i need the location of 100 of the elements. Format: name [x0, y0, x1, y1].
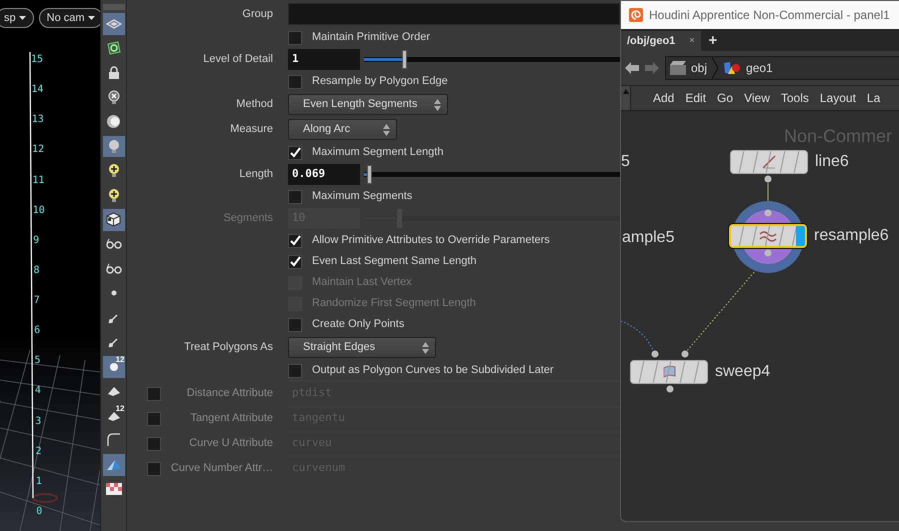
menu-item[interactable]: Tools [780, 89, 809, 107]
curve-corner-icon [106, 433, 120, 448]
tab[interactable]: /obj/geo1 × [621, 31, 701, 51]
ruler-number: 13 [32, 115, 45, 126]
checkbox[interactable] [147, 412, 161, 426]
menu-item[interactable]: View [744, 89, 770, 107]
layers-icon [106, 18, 122, 30]
cube-icon [106, 212, 121, 228]
parameter-label: Segments [223, 211, 273, 226]
swirl-icon [106, 41, 122, 56]
dropdown-menu[interactable]: Even Length Segments [288, 94, 448, 115]
network-node[interactable] [729, 224, 807, 248]
connector-dot[interactable] [764, 249, 772, 257]
close-tab-button[interactable]: × [689, 34, 695, 48]
slider[interactable] [364, 165, 620, 184]
back-arrow-icon[interactable] [625, 62, 639, 74]
checkbox[interactable] [288, 30, 302, 44]
path-segment[interactable]: obj [691, 59, 708, 77]
node-name: sweep4 [715, 362, 770, 382]
dropdown-menu[interactable]: Straight Edges [288, 337, 436, 358]
checkbox-label: Maintain Primitive Order [312, 30, 430, 46]
checkbox[interactable] [288, 190, 302, 204]
parameter-label: Group [242, 6, 273, 22]
lock-icon [108, 66, 120, 80]
line-icon [762, 155, 776, 169]
number-field[interactable]: 0.069 [288, 164, 360, 185]
toolbar-button[interactable]: 12 [102, 356, 124, 378]
parameter-label: Treat Polygons As [184, 340, 273, 356]
checkbox[interactable] [288, 234, 302, 248]
viewport[interactable]: 15 14 13 12 11 10 9 8 7 6 5 4 3 2 1 0 sp No cam [0, 0, 100, 531]
face-icon [106, 385, 120, 398]
dot-icon [110, 290, 116, 296]
checkbox[interactable] [147, 386, 161, 400]
ruler-number: 10 [32, 206, 45, 216]
network-node[interactable] [730, 150, 808, 174]
app-logo-icon [629, 8, 643, 22]
viewport-dropdown[interactable]: No cam [38, 8, 100, 28]
slider-thumb[interactable] [366, 165, 372, 184]
checkbox[interactable] [147, 436, 161, 450]
caret-icon [88, 16, 95, 20]
checkbox[interactable] [288, 318, 302, 332]
menu-item[interactable]: La [866, 89, 880, 107]
toolbar-button[interactable] [102, 454, 124, 476]
toolbar-button[interactable] [102, 13, 124, 34]
parameter-label: Distance Attribute [186, 386, 273, 402]
connector-dot[interactable] [651, 350, 659, 358]
node-name: ample5 [622, 228, 674, 248]
parameter-label: Measure [230, 122, 273, 138]
ruler-number: 4 [34, 386, 42, 396]
shapes-icon [723, 61, 742, 75]
connector-dot[interactable] [666, 385, 674, 393]
light-add-icon [108, 188, 120, 203]
slider-thumb[interactable] [402, 50, 408, 69]
toolbar-button[interactable] [102, 209, 124, 230]
checker-icon [106, 483, 122, 496]
ruler-number: 2 [36, 446, 43, 457]
checkmark-icon [290, 256, 300, 267]
checkmark-icon [290, 235, 300, 246]
menu-item[interactable]: Edit [685, 89, 706, 107]
checkbox[interactable] [288, 74, 302, 88]
toolbar-button[interactable]: 12 [102, 405, 124, 426]
parameter-label: Curve Number Attr… [170, 461, 273, 476]
number-field[interactable]: 1 [288, 49, 360, 70]
badge-number: 12 [116, 356, 124, 364]
checkbox-label: Randomize First Segment Length [312, 296, 476, 312]
menu-item[interactable]: Layout [820, 89, 856, 107]
node-name: line6 [815, 152, 849, 172]
checkbox-label: Even Last Segment Same Length [312, 254, 476, 270]
ruler-number: 12 [32, 145, 45, 156]
pin-icon [108, 312, 120, 324]
connector-dot[interactable] [681, 350, 689, 358]
checkbox-label: Maximum Segment Length [312, 145, 444, 160]
checkbox[interactable] [147, 462, 161, 476]
glasses-icon [106, 238, 122, 250]
checkmark-icon [290, 147, 300, 158]
toolbar-handle[interactable] [102, 4, 124, 10]
checkbox[interactable] [288, 254, 302, 268]
slider[interactable] [364, 50, 620, 69]
viewport-dropdown[interactable]: sp [0, 8, 34, 28]
connector-dot[interactable] [764, 209, 772, 217]
toolbar-button[interactable] [102, 136, 124, 157]
ruler-number: 14 [31, 85, 44, 96]
path-segment[interactable]: geo1 [746, 59, 773, 77]
dropdown-menu[interactable]: Along Arc [288, 119, 397, 140]
light-bulb-icon [108, 138, 120, 154]
wave-icon [759, 229, 777, 243]
ruler-number: 1 [36, 476, 43, 487]
connector-dot[interactable] [764, 175, 772, 183]
menu-item[interactable]: Add [653, 89, 674, 107]
slider[interactable] [364, 209, 620, 228]
text-field[interactable] [288, 3, 620, 25]
checkbox-label: Maintain Last Vertex [312, 275, 412, 290]
network-node[interactable] [630, 360, 708, 384]
checkbox[interactable] [288, 146, 302, 160]
checkbox[interactable] [288, 364, 302, 378]
menu-item[interactable]: Go [717, 89, 734, 107]
new-tab-button[interactable]: + [700, 31, 726, 51]
parameter-label: Level of Detail [203, 52, 273, 68]
window-title: Houdini Apprentice Non-Commercial - panel1 [649, 7, 890, 24]
checkbox-label: Create Only Points [312, 317, 404, 332]
